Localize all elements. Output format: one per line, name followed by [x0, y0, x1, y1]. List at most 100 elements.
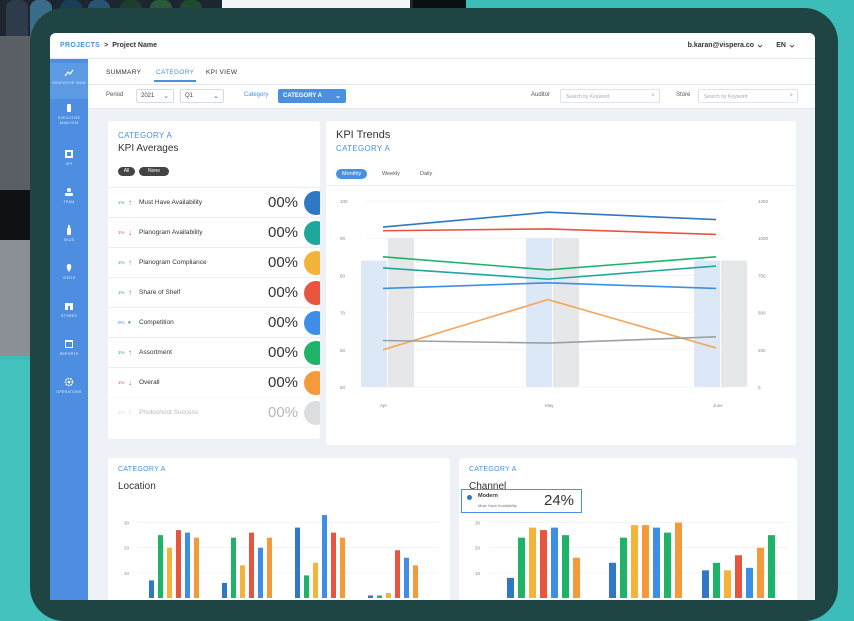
filter-bar: Period 2021 ⌄ Q1 ⌄ Category CATEGORY A ⌄… [88, 85, 815, 109]
quarter-select[interactable]: Q1 ⌄ [180, 89, 224, 103]
arrow-up-icon: ↑ [128, 408, 132, 417]
bar [518, 537, 525, 598]
trend-bar [361, 260, 387, 387]
trend-bar [388, 238, 414, 387]
tooltip-label: Modern [478, 493, 498, 499]
sidebar-item-team[interactable]: TEAM [50, 187, 88, 209]
kpi-change: 1% [118, 230, 125, 235]
bar [620, 537, 627, 598]
kpi-color-indicator [304, 251, 320, 275]
bar [395, 550, 400, 598]
breadcrumb-project-name[interactable]: Project Name [112, 42, 157, 49]
y2-tick-label: 500 [758, 311, 766, 316]
filter-pill-none[interactable]: None [139, 167, 169, 176]
breadcrumb-projects-link[interactable]: PROJECTS [60, 42, 100, 49]
arrow-up-icon: ↑ [128, 258, 132, 267]
kpi-icon [65, 150, 73, 158]
bar [507, 577, 514, 598]
kpi-value: 00% [268, 344, 299, 361]
kpi-value: 00% [268, 374, 299, 391]
kpi-row[interactable]: 1% ↑ Planogram Compliance 00% [108, 247, 320, 277]
y2-tick-label: 0 [758, 385, 761, 390]
kpi-row[interactable]: 1% ↓ Planogram Availability 00% [108, 217, 320, 247]
kpi-color-indicator [304, 371, 320, 395]
user-email: b.karan@vispera.co [687, 42, 754, 49]
kpi-row[interactable]: 1% ↑ Assortment 00% [108, 337, 320, 367]
category-value: CATEGORY A [283, 93, 323, 99]
tab-kpi-view[interactable]: KPI VIEW [206, 69, 237, 76]
topbar: PROJECTS > Project Name b.karan@vispera.… [50, 33, 815, 59]
kpi-name: Photoshoot Success [139, 409, 199, 416]
sidebar-item-executive-analysis[interactable]: EXECUTIVE ANALYSIS [50, 103, 88, 133]
sidebar-item-executive-view[interactable]: EXECUTIVE VIEW [50, 63, 88, 99]
kpi-row[interactable]: 0% • Competition 00% [108, 307, 320, 337]
arrow-up-icon: ↑ [128, 288, 132, 297]
bar [642, 525, 649, 598]
kpi-color-indicator [304, 281, 320, 305]
period-tab-daily[interactable]: Daily [420, 169, 432, 179]
breadcrumb: PROJECTS > Project Name [60, 42, 157, 49]
bar [194, 537, 199, 598]
auditor-search-input[interactable]: Search by Keyword ⌕ [560, 89, 660, 103]
kpi-name: Planogram Availability [139, 229, 203, 236]
bar [340, 537, 345, 598]
y-tick-label: 100 [340, 199, 348, 204]
chevron-down-icon: ⌄ [163, 93, 169, 100]
divider [326, 185, 796, 186]
category-select[interactable]: CATEGORY A ⌄ [278, 89, 346, 103]
sidebar-item-reports[interactable]: REPORTS [50, 339, 88, 361]
year-select[interactable]: 2021 ⌄ [136, 89, 174, 103]
y2-tick-label: 250 [758, 348, 766, 353]
sidebar-item-visits[interactable]: VISITS [50, 263, 88, 285]
sidebar-item-stores[interactable]: STORES [50, 301, 88, 323]
bar [573, 557, 580, 598]
bar [258, 547, 263, 598]
kpi-row[interactable]: 1% ↑ Share of Shelf 00% [108, 277, 320, 307]
kpi-change: 1% [118, 380, 125, 385]
trend-bar [694, 260, 720, 387]
sidebar-item-label: SKUS [63, 238, 75, 242]
location-bar-chart: 30 20 10 [124, 515, 438, 598]
bar [609, 562, 616, 598]
period-tab-monthly[interactable]: Monthly [336, 169, 368, 179]
store-search-input[interactable]: Search by Keyword ⌕ [698, 89, 798, 103]
kpi-value: 00% [268, 314, 299, 331]
bar [664, 532, 671, 598]
kpi-value: 00% [268, 224, 299, 241]
sidebar-item-operations[interactable]: OPERATIONS [50, 377, 88, 399]
kpi-color-indicator [304, 341, 320, 365]
bar [249, 532, 254, 598]
tab-category[interactable]: CATEGORY [153, 69, 197, 82]
y-tick-label: 10 [124, 571, 130, 576]
kpi-value: 00% [268, 254, 299, 271]
kpi-row[interactable]: 1% ↓ Overall 00% [108, 367, 320, 397]
sidebar-item-kpi[interactable]: KPI [50, 149, 88, 171]
y-tick-label: 90 [340, 236, 346, 241]
bar [267, 537, 272, 598]
sidebar-item-label: KPI [65, 162, 73, 166]
kpi-row[interactable]: 1% ↑ Must Have Availability 00% [108, 187, 320, 217]
filter-pill-all[interactable]: All [118, 167, 135, 176]
bar [295, 527, 300, 598]
kpi-row[interactable]: 1% ↑ Photoshoot Success 00% [108, 397, 320, 427]
tab-summary[interactable]: SUMMARY [106, 69, 141, 76]
store-icon [65, 303, 73, 310]
kpi-name: Competition [139, 319, 174, 326]
sidebar-item-label: TEAM [63, 200, 75, 204]
user-menu[interactable]: b.karan@vispera.co [688, 42, 763, 49]
language-select[interactable]: EN [776, 42, 795, 49]
tooltip-marker [467, 495, 472, 500]
kpi-value: 00% [268, 404, 299, 421]
sidebar-item-skus[interactable]: SKUS [50, 225, 88, 247]
location-card: CATEGORY A Location 30 20 10 [108, 458, 450, 600]
bar [185, 532, 190, 598]
store-label: Store [676, 92, 691, 98]
dot-icon: • [128, 318, 131, 327]
bar [746, 567, 753, 598]
y2-tick-label: 1000 [758, 236, 769, 241]
app-screen: PROJECTS > Project Name b.karan@vispera.… [50, 33, 815, 600]
bar [386, 592, 391, 598]
trend-bar [721, 260, 747, 387]
kpi-name: Overall [139, 379, 160, 386]
period-tab-weekly[interactable]: Weekly [382, 169, 400, 179]
